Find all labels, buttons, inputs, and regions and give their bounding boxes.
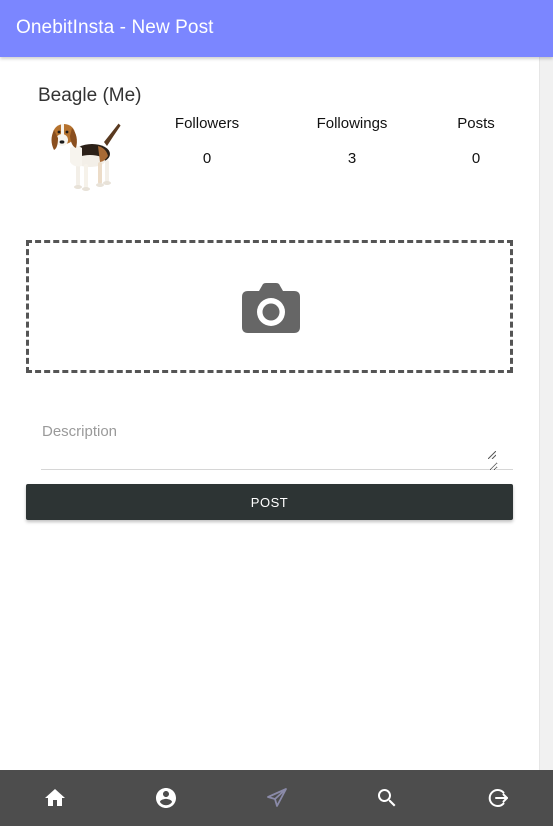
followers-count: 0	[202, 150, 212, 167]
app-bar: OnebitInsta - New Post	[0, 0, 553, 57]
camera-icon	[242, 283, 300, 333]
description-field	[41, 411, 513, 471]
home-icon	[45, 789, 65, 806]
resize-handle-icon[interactable]	[488, 451, 496, 459]
posts-count: 0	[471, 150, 481, 167]
app-root: OnebitInsta - New Post Beagle (Me) Follo…	[0, 0, 553, 826]
beagle-illustration	[51, 121, 122, 191]
scrollbar[interactable]	[539, 57, 553, 770]
avatar	[51, 121, 122, 191]
nav-profile[interactable]	[154, 786, 178, 810]
description-input[interactable]	[41, 411, 498, 471]
posts-label: Posts	[457, 115, 495, 132]
followers-label: Followers	[174, 115, 240, 132]
nav-logout[interactable]	[486, 786, 510, 810]
nav-home[interactable]	[43, 786, 67, 810]
nav-search[interactable]	[375, 786, 399, 810]
followings-label: Followings	[316, 115, 388, 132]
send-icon	[267, 788, 287, 807]
image-upload-dropzone[interactable]	[26, 240, 513, 373]
followings-count: 3	[347, 150, 357, 167]
app-title: OnebitInsta - New Post	[16, 17, 214, 38]
search-icon	[378, 789, 396, 807]
post-button[interactable]: POST	[26, 484, 513, 520]
account-icon	[156, 788, 176, 808]
profile-name: Beagle (Me)	[38, 85, 142, 106]
bottom-navigation	[0, 770, 553, 826]
logout-icon	[488, 789, 508, 807]
nav-new-post[interactable]	[265, 786, 289, 810]
